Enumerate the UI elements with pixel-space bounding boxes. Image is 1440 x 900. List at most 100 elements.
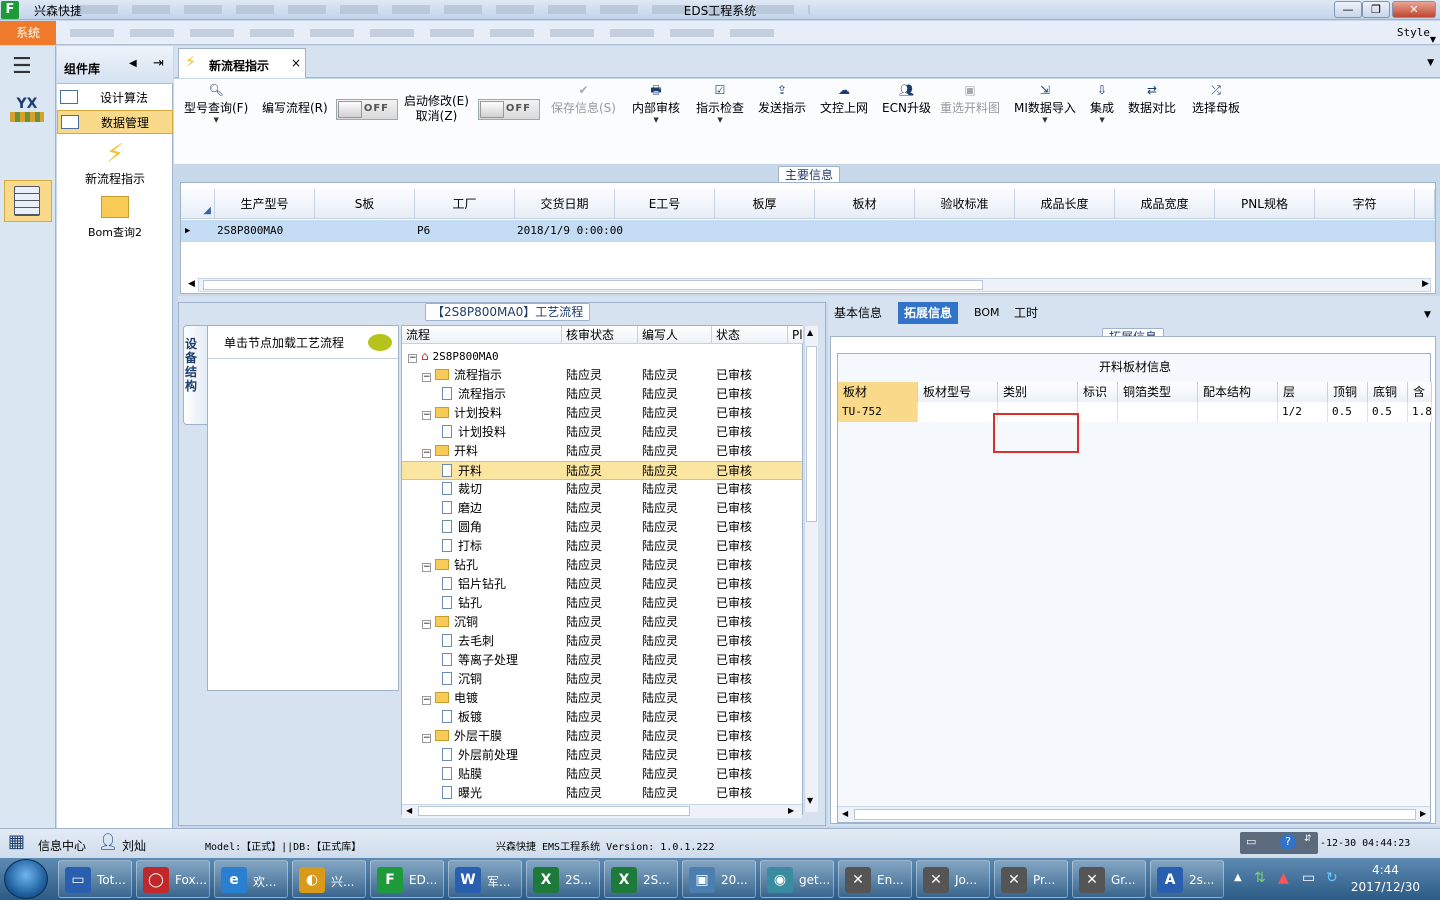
reselect-button[interactable]: ▣ 重选开料图 (940, 81, 1000, 116)
nav-item-data-management[interactable]: 数据管理 (57, 110, 173, 134)
scroll-right-icon[interactable]: ▶ (1422, 279, 1429, 289)
tree-row[interactable]: − 电镀 陆应灵 陆应灵 已审核 (402, 689, 802, 708)
scroll-up-icon[interactable]: ▲ (807, 328, 813, 337)
col-header[interactable]: 配本结构 (1198, 382, 1278, 402)
taskbar-item[interactable]: ✕ En... (838, 860, 912, 898)
scroll-left-icon[interactable]: ◀ (406, 806, 412, 815)
col-header[interactable]: 核审状态 (562, 326, 638, 344)
taskbar-item[interactable]: ✕ Jo... (916, 860, 990, 898)
scroll-thumb[interactable] (203, 280, 983, 290)
tray-network-icon[interactable]: ⇅ (1254, 870, 1266, 886)
tree-row[interactable]: 板镀 陆应灵 陆应灵 已审核 (402, 708, 802, 727)
tree-row[interactable]: − 计划投料 陆应灵 陆应灵 已审核 (402, 404, 802, 423)
check-button[interactable]: ☑ 指示检查 ▼ (696, 81, 744, 124)
scroll-down-icon[interactable]: ▼ (807, 796, 813, 805)
col-header[interactable]: 状态 (712, 326, 788, 344)
tray-app-icon[interactable]: ▲ (1278, 870, 1289, 886)
scroll-thumb[interactable] (806, 346, 817, 522)
tree-row[interactable]: 曝光 陆应灵 陆应灵 已审核 (402, 784, 802, 803)
start-button[interactable] (4, 859, 48, 899)
scroll-thumb[interactable] (418, 806, 690, 816)
scroll-left-icon[interactable]: ◀ (842, 809, 848, 818)
ecn-upgrade-button[interactable]: 👥︎ ECN升级 (882, 81, 931, 116)
tree-row[interactable]: − 流程指示 陆应灵 陆应灵 已审核 (402, 366, 802, 385)
close-button[interactable]: ✕ (1392, 1, 1436, 18)
col-header[interactable]: 交货日期 (515, 189, 615, 219)
send-button[interactable]: ⇪ 发送指示 (758, 81, 806, 116)
col-header[interactable]: 板厚 (715, 189, 815, 219)
taskbar-item[interactable]: F ED... (370, 860, 444, 898)
tree-root[interactable]: − ⌂ 2S8P800MA0 (402, 347, 802, 366)
taskbar-item[interactable]: ◯ Fox... (136, 860, 210, 898)
ext-hscroll[interactable]: ◀ ▶ (838, 806, 1430, 822)
write-flow-button[interactable]: 编写流程(R) (262, 99, 328, 116)
collapse-icon[interactable]: − (422, 563, 431, 572)
taskbar-item[interactable]: ▭ Tot... (58, 860, 132, 898)
cell-copper[interactable]: 1.8 (1408, 402, 1432, 422)
tab-bom[interactable]: BOM (968, 302, 1006, 324)
tree-row[interactable]: 等离子处理 陆应灵 陆应灵 已审核 (402, 651, 802, 670)
tree-hscroll[interactable]: ◀ ▶ (402, 804, 802, 818)
col-header[interactable]: 标识 (1078, 382, 1118, 402)
menu-expand-icon[interactable]: ▼ (1430, 35, 1436, 44)
tree-row[interactable]: 铝片钻孔 陆应灵 陆应灵 已审核 (402, 575, 802, 594)
enable-edit-button[interactable]: 启动修改(E) 取消(Z) (404, 94, 469, 124)
col-header[interactable]: 成品宽度 (1115, 189, 1215, 219)
col-header[interactable]: 流程 (402, 326, 562, 344)
new-flow-shortcut[interactable]: ⚡ 新流程指示 (57, 138, 173, 187)
enable-edit-toggle[interactable]: OFF (478, 99, 540, 120)
col-header[interactable]: E工号 (615, 189, 715, 219)
tab-new-flow[interactable]: ⚡ 新流程指示 × (178, 48, 306, 78)
col-header[interactable]: Pl (788, 326, 804, 344)
tree-row[interactable]: 圆角 陆应灵 陆应灵 已审核 (402, 518, 802, 537)
col-header[interactable]: 顶铜 (1328, 382, 1368, 402)
cell-foil-type[interactable] (1118, 402, 1198, 422)
tray-sync-icon[interactable]: ↻ (1326, 870, 1338, 886)
status-tray[interactable]: ▭ ? ⇵ (1240, 832, 1318, 854)
spin-icon[interactable]: ⇵ (1304, 834, 1312, 844)
col-header[interactable]: 铜箔类型 (1118, 382, 1198, 402)
col-header[interactable]: 工厂 (415, 189, 515, 219)
col-header[interactable]: 成品长度 (1015, 189, 1115, 219)
col-header[interactable]: 板材 (815, 189, 915, 219)
tab-close-icon[interactable]: × (291, 56, 301, 70)
write-flow-toggle[interactable]: OFF (336, 99, 398, 120)
cell-top-copper[interactable]: 0.5 (1328, 402, 1368, 422)
tree-vscroll[interactable]: ▲ ▼ (804, 326, 818, 812)
pin-icon[interactable]: ⇥ (153, 56, 164, 71)
collapse-icon[interactable]: − (422, 620, 431, 629)
info-center-link[interactable]: 信息中心 (38, 837, 86, 854)
tree-row-selected[interactable]: 开料 陆应灵 陆应灵 已审核 (402, 461, 802, 480)
taskbar-item[interactable]: e 欢... (214, 860, 288, 898)
bom-query-shortcut[interactable]: Bom查询2 (57, 196, 173, 240)
taskbar-item[interactable]: X 2S... (604, 860, 678, 898)
col-header[interactable]: 层 (1278, 382, 1328, 402)
scroll-right-icon[interactable]: ▶ (1420, 809, 1426, 818)
main-grid-hscroll[interactable] (198, 278, 1431, 292)
scroll-thumb[interactable] (854, 809, 1416, 820)
tab-list-dropdown-icon[interactable]: ▼ (1427, 58, 1434, 68)
menu-system[interactable]: 系统 (0, 21, 56, 45)
minimize-button[interactable]: — (1334, 1, 1362, 18)
table-row[interactable]: ▶ 2S8P800MA0 P6 2018/1/9 0:00:00 (181, 220, 1435, 242)
tray-monitor-icon[interactable]: ▭ (1302, 870, 1315, 886)
col-header[interactable]: 含铜 (1408, 382, 1432, 402)
cell-material-model[interactable] (918, 402, 998, 422)
tree-row[interactable]: − 钻孔 陆应灵 陆应灵 已审核 (402, 556, 802, 575)
tab-basic-info[interactable]: 基本信息 (828, 302, 888, 324)
tree-row[interactable]: 磨边 陆应灵 陆应灵 已审核 (402, 499, 802, 518)
collapse-icon[interactable]: − (422, 449, 431, 458)
calculator-icon[interactable] (14, 186, 40, 216)
cell-layer[interactable]: 1/2 (1278, 402, 1328, 422)
tree-row[interactable]: 外层前处理 陆应灵 陆应灵 已审核 (402, 746, 802, 765)
col-header[interactable]: 板材型号 (918, 382, 998, 402)
mi-import-button[interactable]: ⇲ MI数据导入 ▼ (1014, 81, 1076, 124)
taskbar-item[interactable]: ▣ 20... (682, 860, 756, 898)
taskbar-item[interactable]: ◉ get... (760, 860, 834, 898)
collapse-icon[interactable]: − (422, 373, 431, 382)
col-header[interactable]: 板材 (838, 382, 918, 402)
collapse-left-icon[interactable]: ◀ (129, 58, 137, 69)
select-master-button[interactable]: ⤮ 选择母板 (1192, 81, 1240, 116)
col-header[interactable]: 类别 (998, 382, 1078, 402)
col-header[interactable]: 验收标准 (915, 189, 1015, 219)
